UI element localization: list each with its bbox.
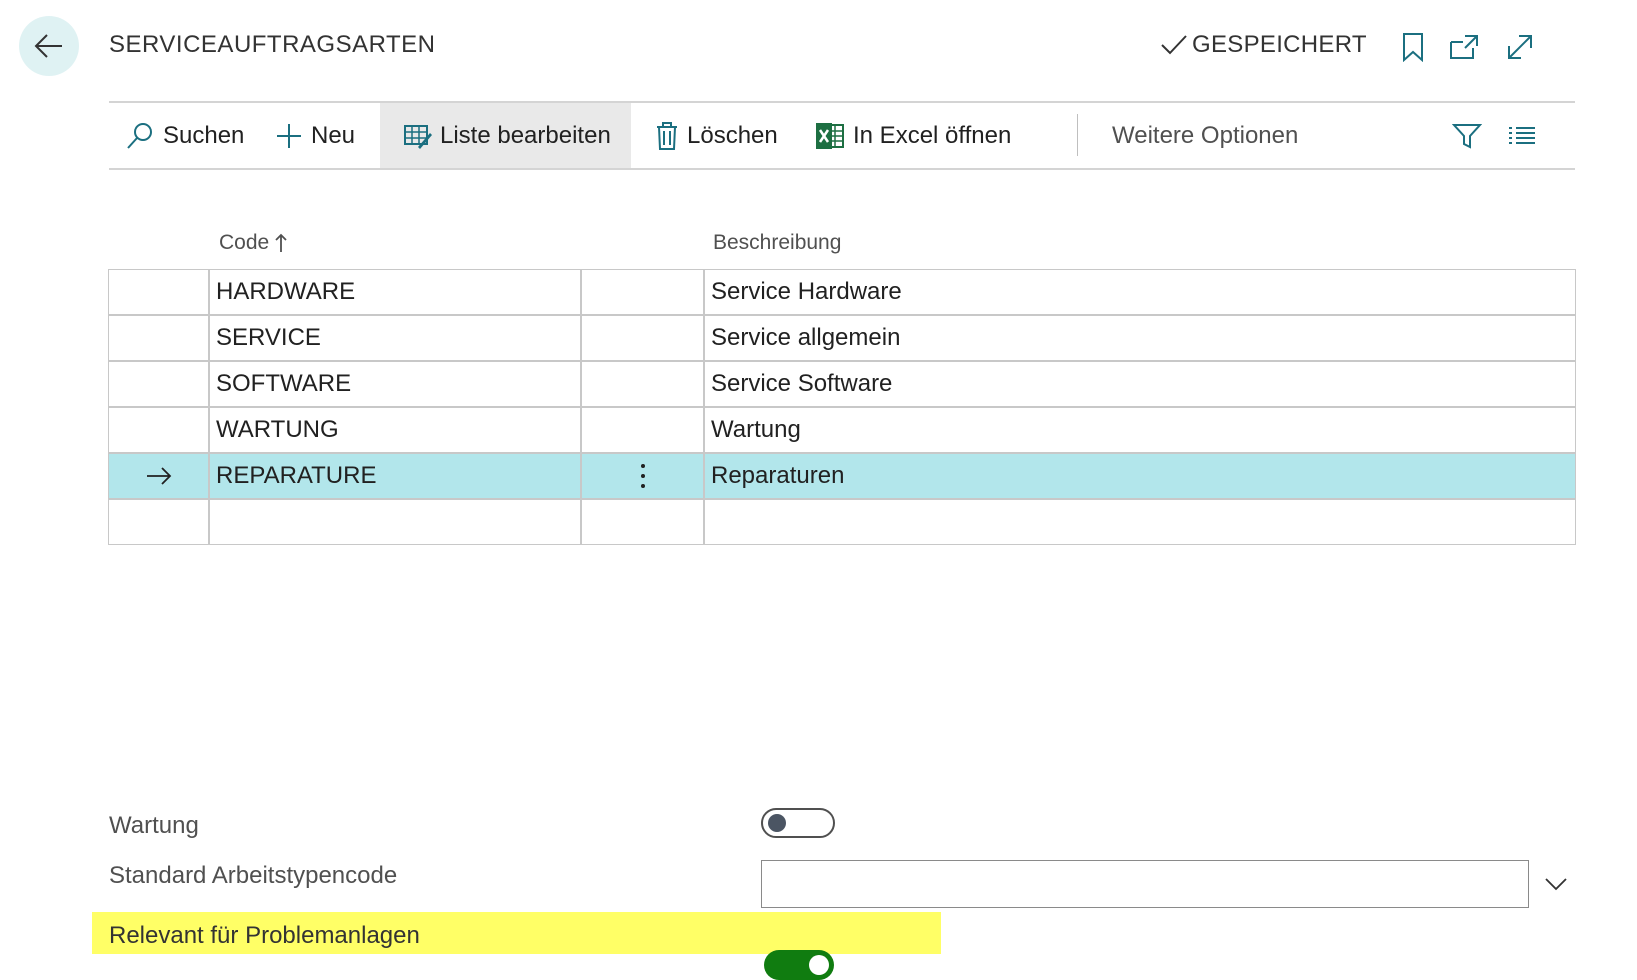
- back-button[interactable]: [19, 16, 79, 76]
- relevant-label: Relevant für Problemanlagen: [109, 922, 420, 949]
- edit-list-button[interactable]: Liste bearbeiten: [380, 103, 631, 168]
- row-actions-cell[interactable]: [581, 361, 704, 407]
- current-row-arrow-icon: [146, 467, 171, 485]
- expand-button[interactable]: [1503, 30, 1537, 64]
- description-cell[interactable]: Wartung: [704, 407, 1576, 453]
- code-cell[interactable]: [209, 499, 581, 545]
- list-view-button[interactable]: [1508, 103, 1536, 168]
- action-bar: Suchen Neu Liste bearbeiten Löschen In E…: [109, 101, 1575, 170]
- maintenance-toggle[interactable]: [761, 808, 835, 838]
- column-header-description[interactable]: Beschreibung: [713, 231, 841, 255]
- row-actions-cell[interactable]: [581, 499, 704, 545]
- more-options-label: Weitere Optionen: [1112, 121, 1299, 149]
- work-type-input[interactable]: [761, 860, 1529, 908]
- maintenance-label: Wartung: [109, 812, 199, 839]
- code-cell[interactable]: HARDWARE: [209, 269, 581, 315]
- delete-button[interactable]: Löschen: [655, 103, 778, 168]
- search-button[interactable]: Suchen: [125, 103, 244, 168]
- column-header-code[interactable]: Code: [219, 231, 287, 255]
- bookmark-button[interactable]: [1396, 30, 1430, 64]
- edit-list-icon: [404, 123, 432, 149]
- list-icon: [1508, 125, 1536, 147]
- arrow-left-icon: [34, 34, 62, 58]
- code-cell[interactable]: SOFTWARE: [209, 361, 581, 407]
- description-cell[interactable]: Service Software: [704, 361, 1576, 407]
- checkmark-icon: [1161, 35, 1187, 55]
- work-type-dropdown-button[interactable]: [1540, 870, 1572, 898]
- saved-status-label: GESPEICHERT: [1192, 31, 1367, 58]
- table-row[interactable]: HARDWARE Service Hardware: [108, 269, 1576, 316]
- description-cell[interactable]: [704, 499, 1576, 545]
- search-icon: [125, 121, 155, 151]
- chevron-down-icon: [1545, 878, 1567, 891]
- row-actions-cell[interactable]: [581, 407, 704, 453]
- row-actions-cell[interactable]: [581, 315, 704, 361]
- open-excel-button[interactable]: In Excel öffnen: [815, 103, 1011, 168]
- column-header-code-label: Code: [219, 231, 270, 254]
- table-row-empty[interactable]: [108, 499, 1576, 546]
- description-cell[interactable]: Service Hardware: [704, 269, 1576, 315]
- open-in-new-window-icon: [1450, 35, 1478, 59]
- sort-ascending-icon: [275, 233, 287, 252]
- delete-label: Löschen: [687, 121, 778, 149]
- trash-icon: [655, 121, 679, 151]
- new-label: Neu: [311, 121, 356, 149]
- row-indicator-cell[interactable]: [108, 361, 209, 407]
- excel-icon: [815, 121, 845, 151]
- plus-icon: [275, 122, 303, 150]
- column-header-description-label: Beschreibung: [713, 231, 842, 254]
- row-indicator-cell[interactable]: [108, 407, 209, 453]
- search-label: Suchen: [163, 121, 245, 149]
- open-new-window-button[interactable]: [1447, 30, 1481, 64]
- toolbar-divider: [1077, 114, 1078, 156]
- work-type-label: Standard Arbeitstypencode: [109, 862, 398, 889]
- table-row[interactable]: SOFTWARE Service Software: [108, 361, 1576, 408]
- edit-list-label: Liste bearbeiten: [440, 121, 611, 149]
- new-button[interactable]: Neu: [275, 103, 355, 168]
- table-row[interactable]: SERVICE Service allgemein: [108, 315, 1576, 362]
- open-excel-label: In Excel öffnen: [853, 121, 1012, 149]
- row-indicator-cell[interactable]: [108, 453, 209, 499]
- toggle-knob: [809, 955, 829, 975]
- code-cell[interactable]: SERVICE: [209, 315, 581, 361]
- table-row[interactable]: WARTUNG Wartung: [108, 407, 1576, 454]
- code-cell[interactable]: REPARATURE: [209, 453, 581, 499]
- expand-icon: [1508, 35, 1532, 59]
- row-actions-cell[interactable]: [581, 269, 704, 315]
- filter-button[interactable]: [1452, 103, 1482, 168]
- row-indicator-cell[interactable]: [108, 499, 209, 545]
- bookmark-icon: [1403, 33, 1423, 62]
- more-vertical-icon[interactable]: [640, 463, 646, 489]
- saved-status: GESPEICHERT: [1160, 31, 1367, 59]
- table-row-selected[interactable]: REPARATURE Reparaturen: [108, 453, 1576, 500]
- description-cell[interactable]: Service allgemein: [704, 315, 1576, 361]
- description-cell[interactable]: Reparaturen: [704, 453, 1576, 499]
- more-options-button[interactable]: Weitere Optionen: [1112, 103, 1298, 168]
- toggle-knob: [768, 814, 786, 832]
- relevant-toggle[interactable]: [764, 950, 834, 980]
- code-cell[interactable]: WARTUNG: [209, 407, 581, 453]
- filter-icon: [1452, 122, 1482, 150]
- row-indicator-cell[interactable]: [108, 269, 209, 315]
- row-actions-cell[interactable]: [581, 453, 704, 499]
- row-indicator-cell[interactable]: [108, 315, 209, 361]
- page-title: SERVICEAUFTRAGSARTEN: [109, 31, 436, 58]
